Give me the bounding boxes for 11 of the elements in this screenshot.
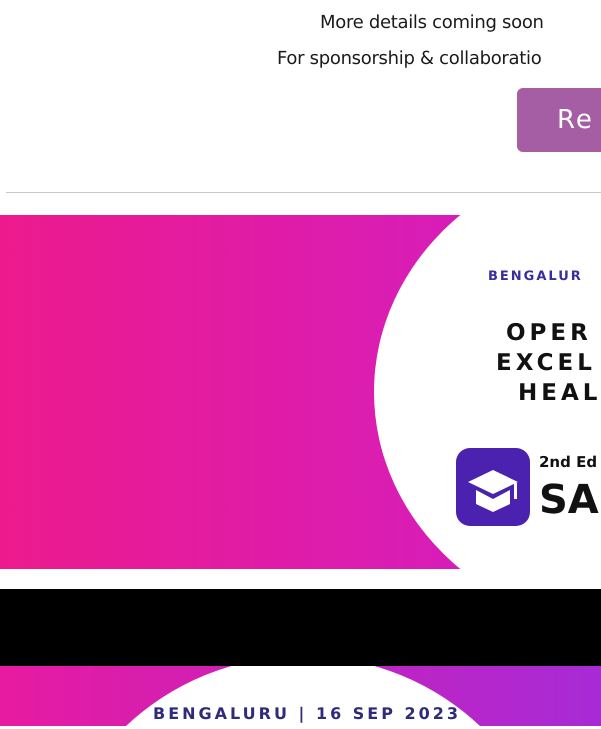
info-text: For sponsorship & collaboratio (276, 47, 542, 71)
banner-title-text: HEAL (518, 382, 601, 405)
register-button[interactable]: Re (517, 88, 601, 152)
location-text: BENGALUR (488, 270, 583, 283)
graduation-cap-icon (456, 448, 530, 526)
banner-title-text: OPER (506, 322, 592, 345)
banner-title-text: EXCEL (496, 352, 596, 375)
location-text: BENGALURU | 16 SEP 2023 (153, 706, 462, 722)
brand-text: SA (539, 480, 599, 520)
info-text: More details coming soon (319, 11, 544, 35)
edition-text: 2nd Ed (539, 455, 598, 470)
